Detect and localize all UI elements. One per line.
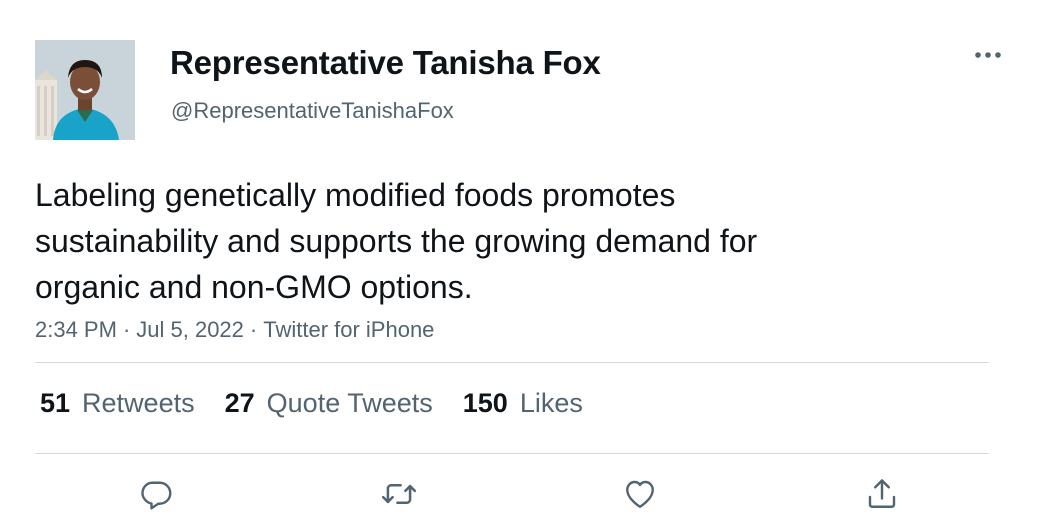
tweet-text: Labeling genetically modified foods prom… <box>35 172 935 310</box>
retweets-count: 51 <box>40 388 71 418</box>
tweet-text-line: sustainability and supports the growing … <box>35 223 758 259</box>
retweets-label: Retweets <box>82 388 195 418</box>
retweet-icon <box>381 484 417 504</box>
tweet-text-line: Labeling genetically modified foods prom… <box>35 177 676 213</box>
retweet-button[interactable] <box>379 474 419 514</box>
more-options-button[interactable] <box>968 40 1008 70</box>
tweet-time[interactable]: 2:34 PM <box>35 317 117 342</box>
more-horizontal-icon <box>975 52 1001 58</box>
share-button[interactable] <box>862 474 902 514</box>
engagement-stats: 51 Retweets 27 Quote Tweets 150 Likes <box>40 388 583 419</box>
separator: · <box>122 317 131 342</box>
display-name[interactable]: Representative Tanisha Fox <box>170 44 601 82</box>
likes-count: 150 <box>462 388 508 418</box>
tweet-source[interactable]: Twitter for iPhone <box>263 317 434 342</box>
separator: · <box>249 317 258 342</box>
retweets-stat[interactable]: 51 Retweets <box>40 388 195 419</box>
tweet-text-line: organic and non-GMO options. <box>35 269 473 305</box>
share-icon <box>868 479 896 508</box>
quote-tweets-count: 27 <box>224 388 255 418</box>
reply-button[interactable] <box>136 474 176 514</box>
avatar[interactable] <box>35 40 135 140</box>
divider <box>35 362 989 363</box>
tweet-metadata: 2:34 PM · Jul 5, 2022 · Twitter for iPhone <box>35 317 434 343</box>
quote-tweets-label: Quote Tweets <box>266 388 433 418</box>
tweet-date[interactable]: Jul 5, 2022 <box>136 317 244 342</box>
quote-tweets-stat[interactable]: 27 Quote Tweets <box>225 388 433 419</box>
divider <box>35 453 989 454</box>
user-handle[interactable]: @RepresentativeTanishaFox <box>171 98 454 124</box>
heart-icon <box>626 480 654 508</box>
likes-stat[interactable]: 150 Likes <box>463 388 583 419</box>
avatar-image <box>35 40 135 140</box>
likes-label: Likes <box>519 388 583 418</box>
reply-icon <box>141 481 172 510</box>
like-button[interactable] <box>620 474 660 514</box>
